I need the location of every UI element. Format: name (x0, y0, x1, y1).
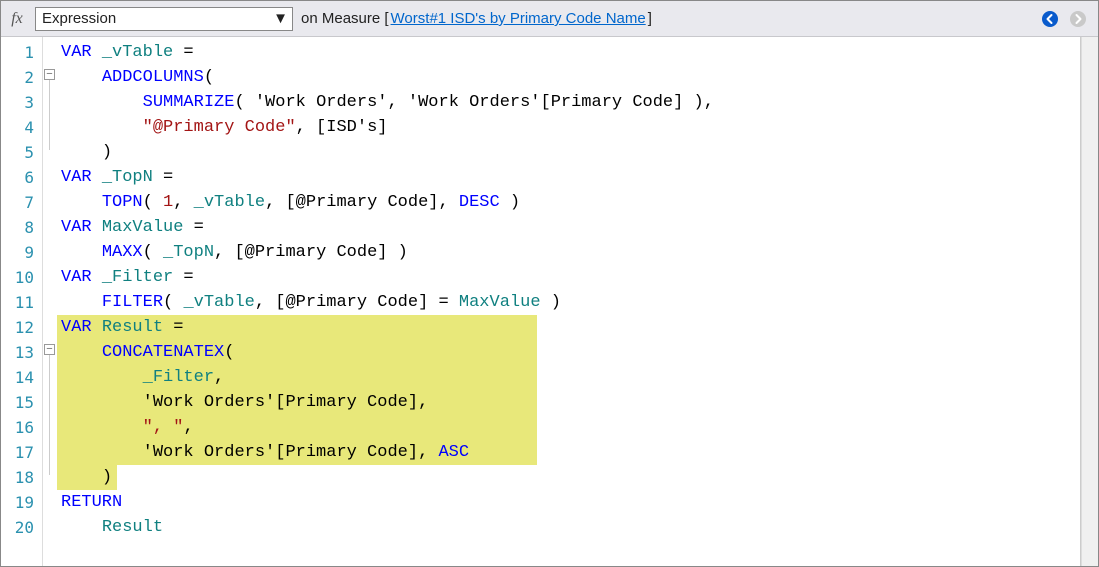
code-line[interactable]: VAR _TopN = (57, 165, 1080, 190)
line-number: 15 (1, 390, 42, 415)
fx-icon: fx (7, 10, 27, 28)
code-line[interactable]: MAXX( _TopN, [@Primary Code] ) (57, 240, 1080, 265)
line-number: 11 (1, 290, 42, 315)
line-number: 16 (1, 415, 42, 440)
code-line[interactable]: VAR MaxValue = (57, 215, 1080, 240)
code-line[interactable]: 'Work Orders'[Primary Code], ASC (57, 440, 1080, 465)
code-line[interactable]: VAR Result = (57, 315, 1080, 340)
code-line[interactable]: FILTER( _vTable, [@Primary Code] = MaxVa… (57, 290, 1080, 315)
line-number: 13 (1, 340, 42, 365)
fold-toggle-icon[interactable]: − (44, 69, 55, 80)
line-number: 1 (1, 40, 42, 65)
line-number-gutter: 1234567891011121314151617181920 (1, 37, 43, 566)
expression-dropdown[interactable]: Expression ▼ (35, 7, 293, 31)
code-line[interactable]: ", ", (57, 415, 1080, 440)
code-line[interactable]: "@Primary Code", [ISD's] (57, 115, 1080, 140)
formula-bar-header: fx Expression ▼ on Measure [Worst#1 ISD'… (1, 1, 1098, 37)
line-number: 2 (1, 65, 42, 90)
fold-column: − − (43, 37, 57, 566)
code-area[interactable]: VAR _vTable = ADDCOLUMNS( SUMMARIZE( 'Wo… (57, 37, 1081, 566)
code-line[interactable]: VAR _Filter = (57, 265, 1080, 290)
code-line[interactable]: ADDCOLUMNS( (57, 65, 1080, 90)
line-number: 20 (1, 515, 42, 540)
line-number: 7 (1, 190, 42, 215)
code-line[interactable]: RETURN (57, 490, 1080, 515)
context-label: on Measure [Worst#1 ISD's by Primary Cod… (301, 10, 652, 27)
code-line[interactable]: ) (57, 140, 1080, 165)
code-editor[interactable]: 1234567891011121314151617181920 − − VAR … (1, 37, 1098, 566)
line-number: 10 (1, 265, 42, 290)
context-suffix: ] (648, 10, 652, 27)
code-line[interactable]: SUMMARIZE( 'Work Orders', 'Work Orders'[… (57, 90, 1080, 115)
fold-guide (49, 350, 50, 475)
fold-toggle-icon[interactable]: − (44, 344, 55, 355)
fold-guide (49, 75, 50, 150)
context-measure-link[interactable]: Worst#1 ISD's by Primary Code Name (391, 10, 646, 27)
expression-dropdown-label: Expression (42, 10, 116, 27)
code-line[interactable]: _Filter, (57, 365, 1080, 390)
code-line[interactable]: CONCATENATEX( (57, 340, 1080, 365)
code-line[interactable]: 'Work Orders'[Primary Code], (57, 390, 1080, 415)
code-line[interactable]: VAR _vTable = (57, 40, 1080, 65)
line-number: 8 (1, 215, 42, 240)
line-number: 3 (1, 90, 42, 115)
line-number: 5 (1, 140, 42, 165)
nav-back-button[interactable] (1040, 9, 1060, 29)
line-number: 6 (1, 165, 42, 190)
vertical-scrollbar[interactable] (1081, 37, 1098, 566)
line-number: 18 (1, 465, 42, 490)
line-number: 9 (1, 240, 42, 265)
line-number: 19 (1, 490, 42, 515)
context-prefix: on Measure [ (301, 10, 389, 27)
chevron-down-icon: ▼ (273, 10, 288, 27)
code-line[interactable]: TOPN( 1, _vTable, [@Primary Code], DESC … (57, 190, 1080, 215)
code-line[interactable]: Result (57, 515, 1080, 540)
line-number: 4 (1, 115, 42, 140)
line-number: 17 (1, 440, 42, 465)
nav-forward-button[interactable] (1068, 9, 1088, 29)
line-number: 12 (1, 315, 42, 340)
line-number: 14 (1, 365, 42, 390)
code-line[interactable]: ) (57, 465, 1080, 490)
